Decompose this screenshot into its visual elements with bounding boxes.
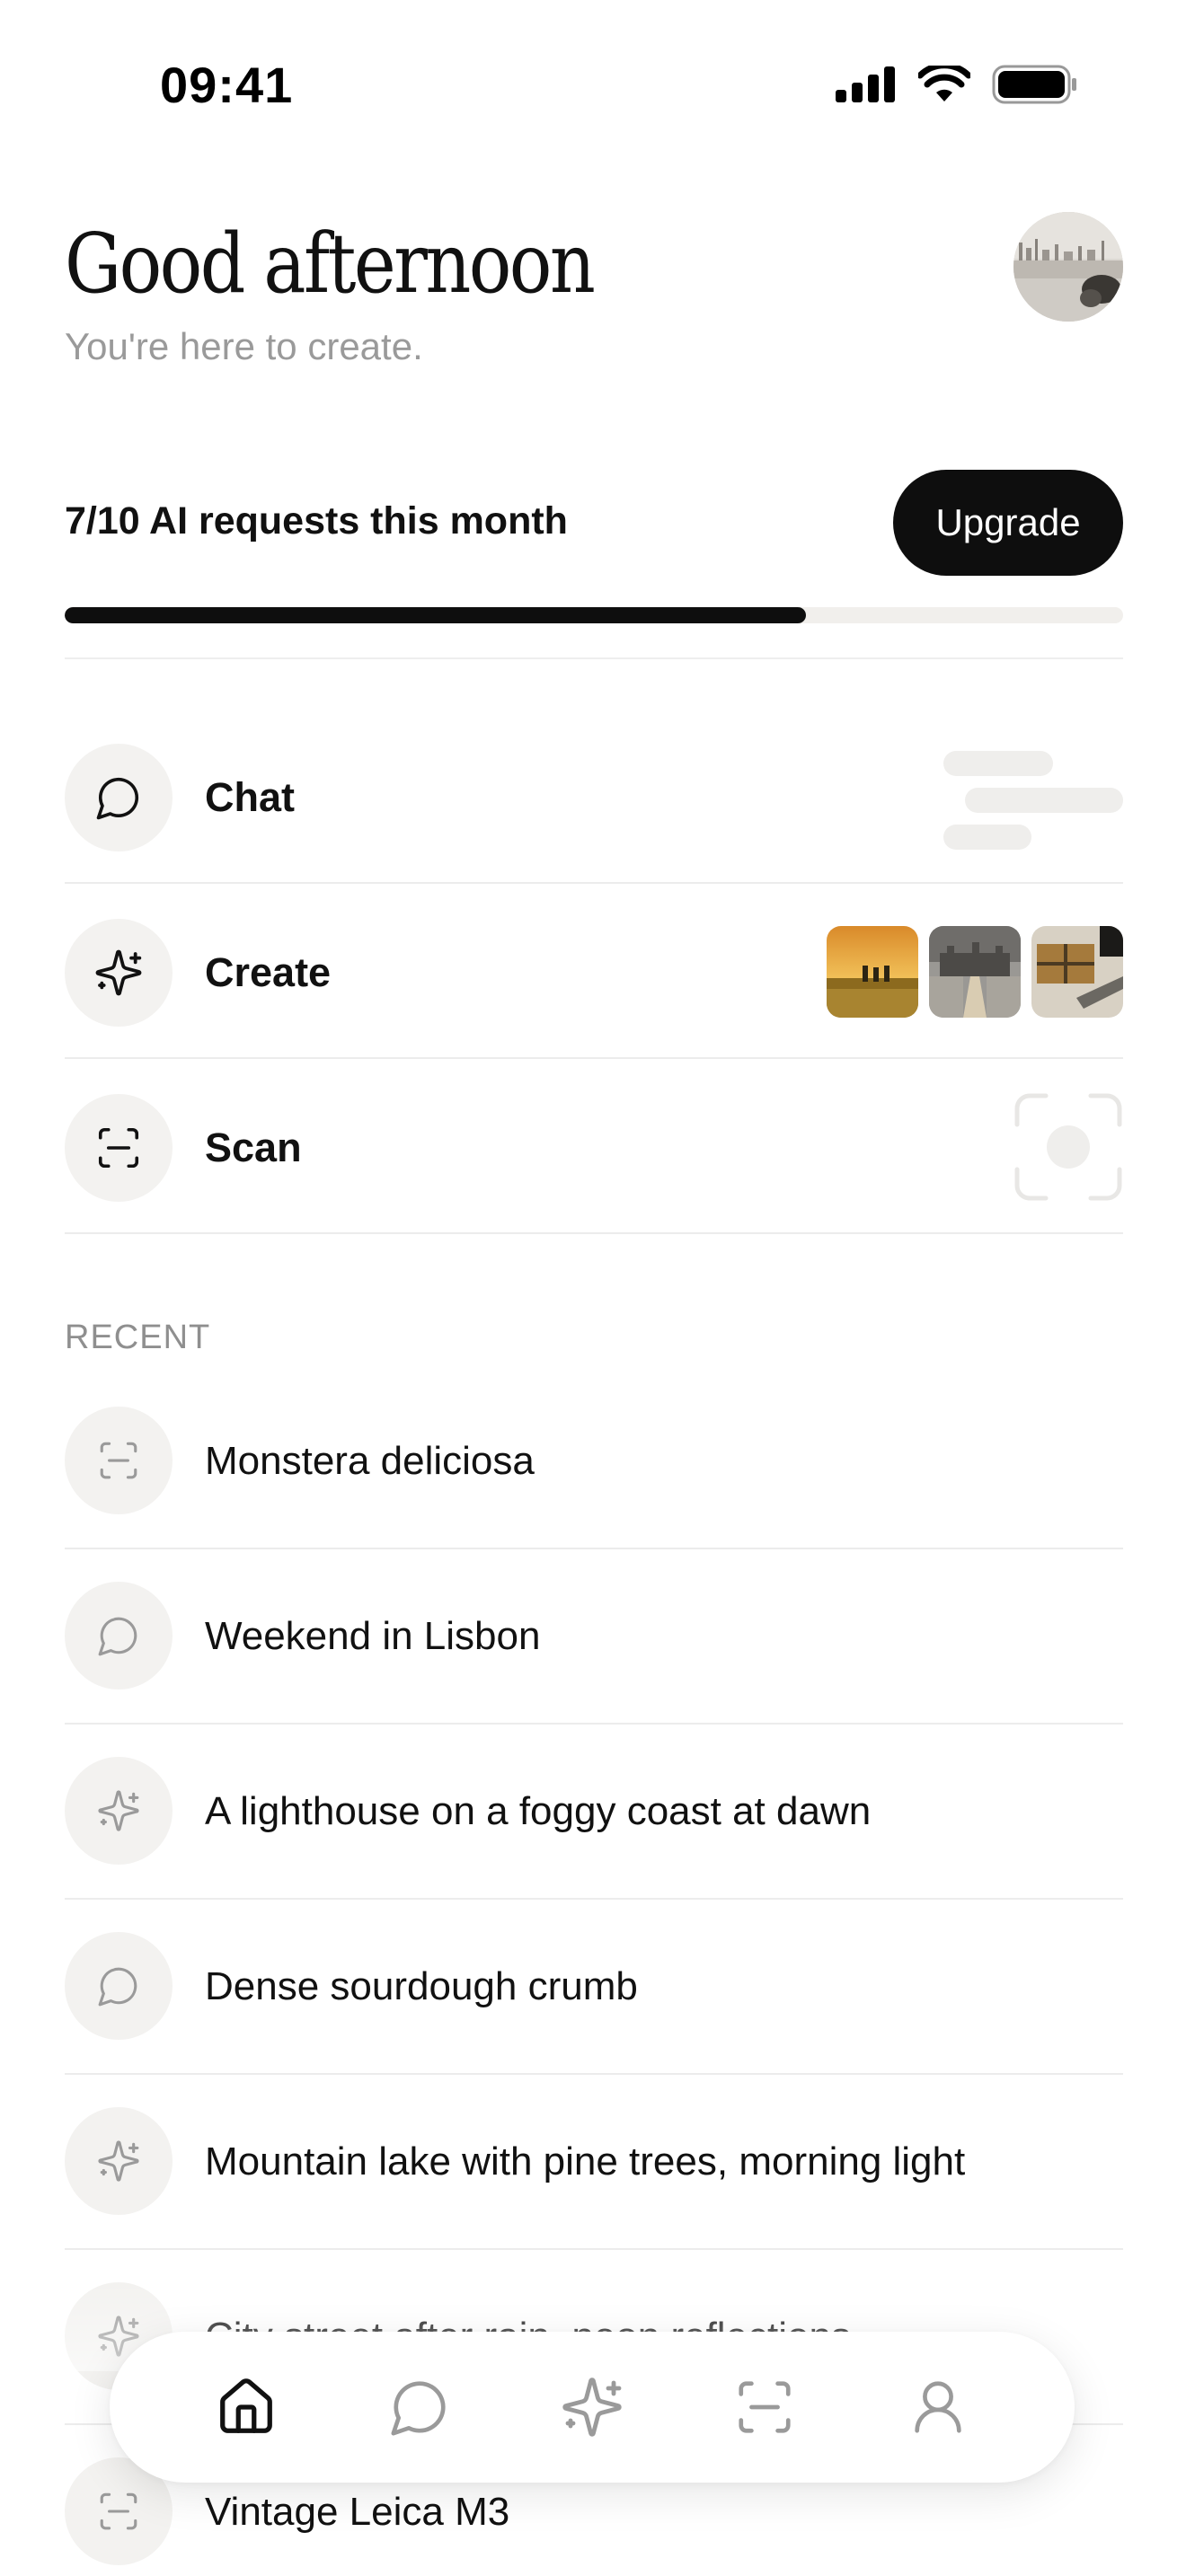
recent-item-icon-circle [65,1757,173,1865]
cellular-signal-icon [836,66,895,102]
tab-create[interactable] [538,2353,646,2461]
sparkle-icon [98,2140,139,2182]
status-bar: 09:41 [0,0,1186,171]
recent-item-label: Monstera deliciosa [205,1439,535,1483]
recent-item[interactable]: Dense sourdough crumb [65,1900,1123,2075]
scan-icon [100,2492,137,2530]
avatar[interactable] [1013,212,1123,322]
status-time: 09:41 [160,57,294,113]
recent-item[interactable]: Mountain lake with pine trees, morning l… [65,2075,1123,2250]
recent-item-label: A lighthouse on a foggy coast at dawn [205,1789,872,1833]
tab-chat[interactable] [366,2353,474,2461]
action-label: Scan [205,1125,302,1170]
action-scan[interactable]: Scan [65,1060,1123,1234]
tab-bar [110,2332,1075,2483]
sparkle-icon [562,2378,622,2437]
chat-bubble-icon [98,1967,137,2007]
chat-bubble-icon [391,2381,446,2436]
tab-scan[interactable] [711,2353,819,2461]
greeting-title: Good afternoon [65,216,596,312]
greeting-subtitle: You're here to create. [65,325,423,367]
usage-progress-fill [65,607,806,623]
action-label: Chat [205,774,295,820]
chat-icon-circle [65,744,173,851]
thumbnail-castle [929,926,1021,1018]
sparkle-icon [98,1790,139,1831]
scan-icon [739,2381,791,2433]
sparkle-icon [95,949,142,996]
divider [65,657,1123,659]
tab-home[interactable] [192,2353,300,2461]
home-icon [220,2378,273,2433]
recent-item-label: Vintage Leica M3 [205,2490,510,2534]
recent-item-icon-circle [65,2107,173,2215]
tab-profile[interactable] [884,2353,992,2461]
recent-item-icon-circle [65,1582,173,1689]
recent-item-label: Dense sourdough crumb [205,1964,638,2008]
upgrade-button[interactable]: Upgrade [893,470,1123,576]
scan-icon [98,1127,139,1169]
create-preview-thumbnails [827,926,1123,1018]
scan-icon [100,1442,137,1479]
scan-frame-preview [1014,1093,1122,1201]
thumbnail-packages [1031,926,1123,1018]
recent-item-icon-circle [65,1932,173,2040]
recent-item-icon-circle [65,1407,173,1514]
create-icon-circle [65,919,173,1027]
battery-icon [992,65,1076,104]
status-icons [836,65,1078,104]
chat-bubble-icon [98,1617,137,1656]
usage-progress-bar [65,607,1123,623]
recent-item[interactable]: Weekend in Lisbon [65,1549,1123,1725]
action-create[interactable]: Create [65,885,1123,1059]
recent-item-label: Mountain lake with pine trees, morning l… [205,2139,966,2183]
chat-preview-lines [943,751,1123,850]
scan-icon-circle [65,1094,173,1202]
action-label: Create [205,949,332,995]
recent-item-label: Weekend in Lisbon [205,1614,541,1658]
recent-item[interactable]: Monstera deliciosa [65,1374,1123,1549]
thumbnail-savanna [827,926,918,1018]
usage-label: 7/10 AI requests this month [65,499,568,543]
action-chat[interactable]: Chat [65,710,1123,884]
chat-bubble-icon [96,777,139,820]
profile-icon [915,2381,961,2433]
wifi-icon [918,66,970,101]
recent-heading: RECENT [65,1319,211,1356]
recent-item[interactable]: A lighthouse on a foggy coast at dawn [65,1725,1123,1900]
